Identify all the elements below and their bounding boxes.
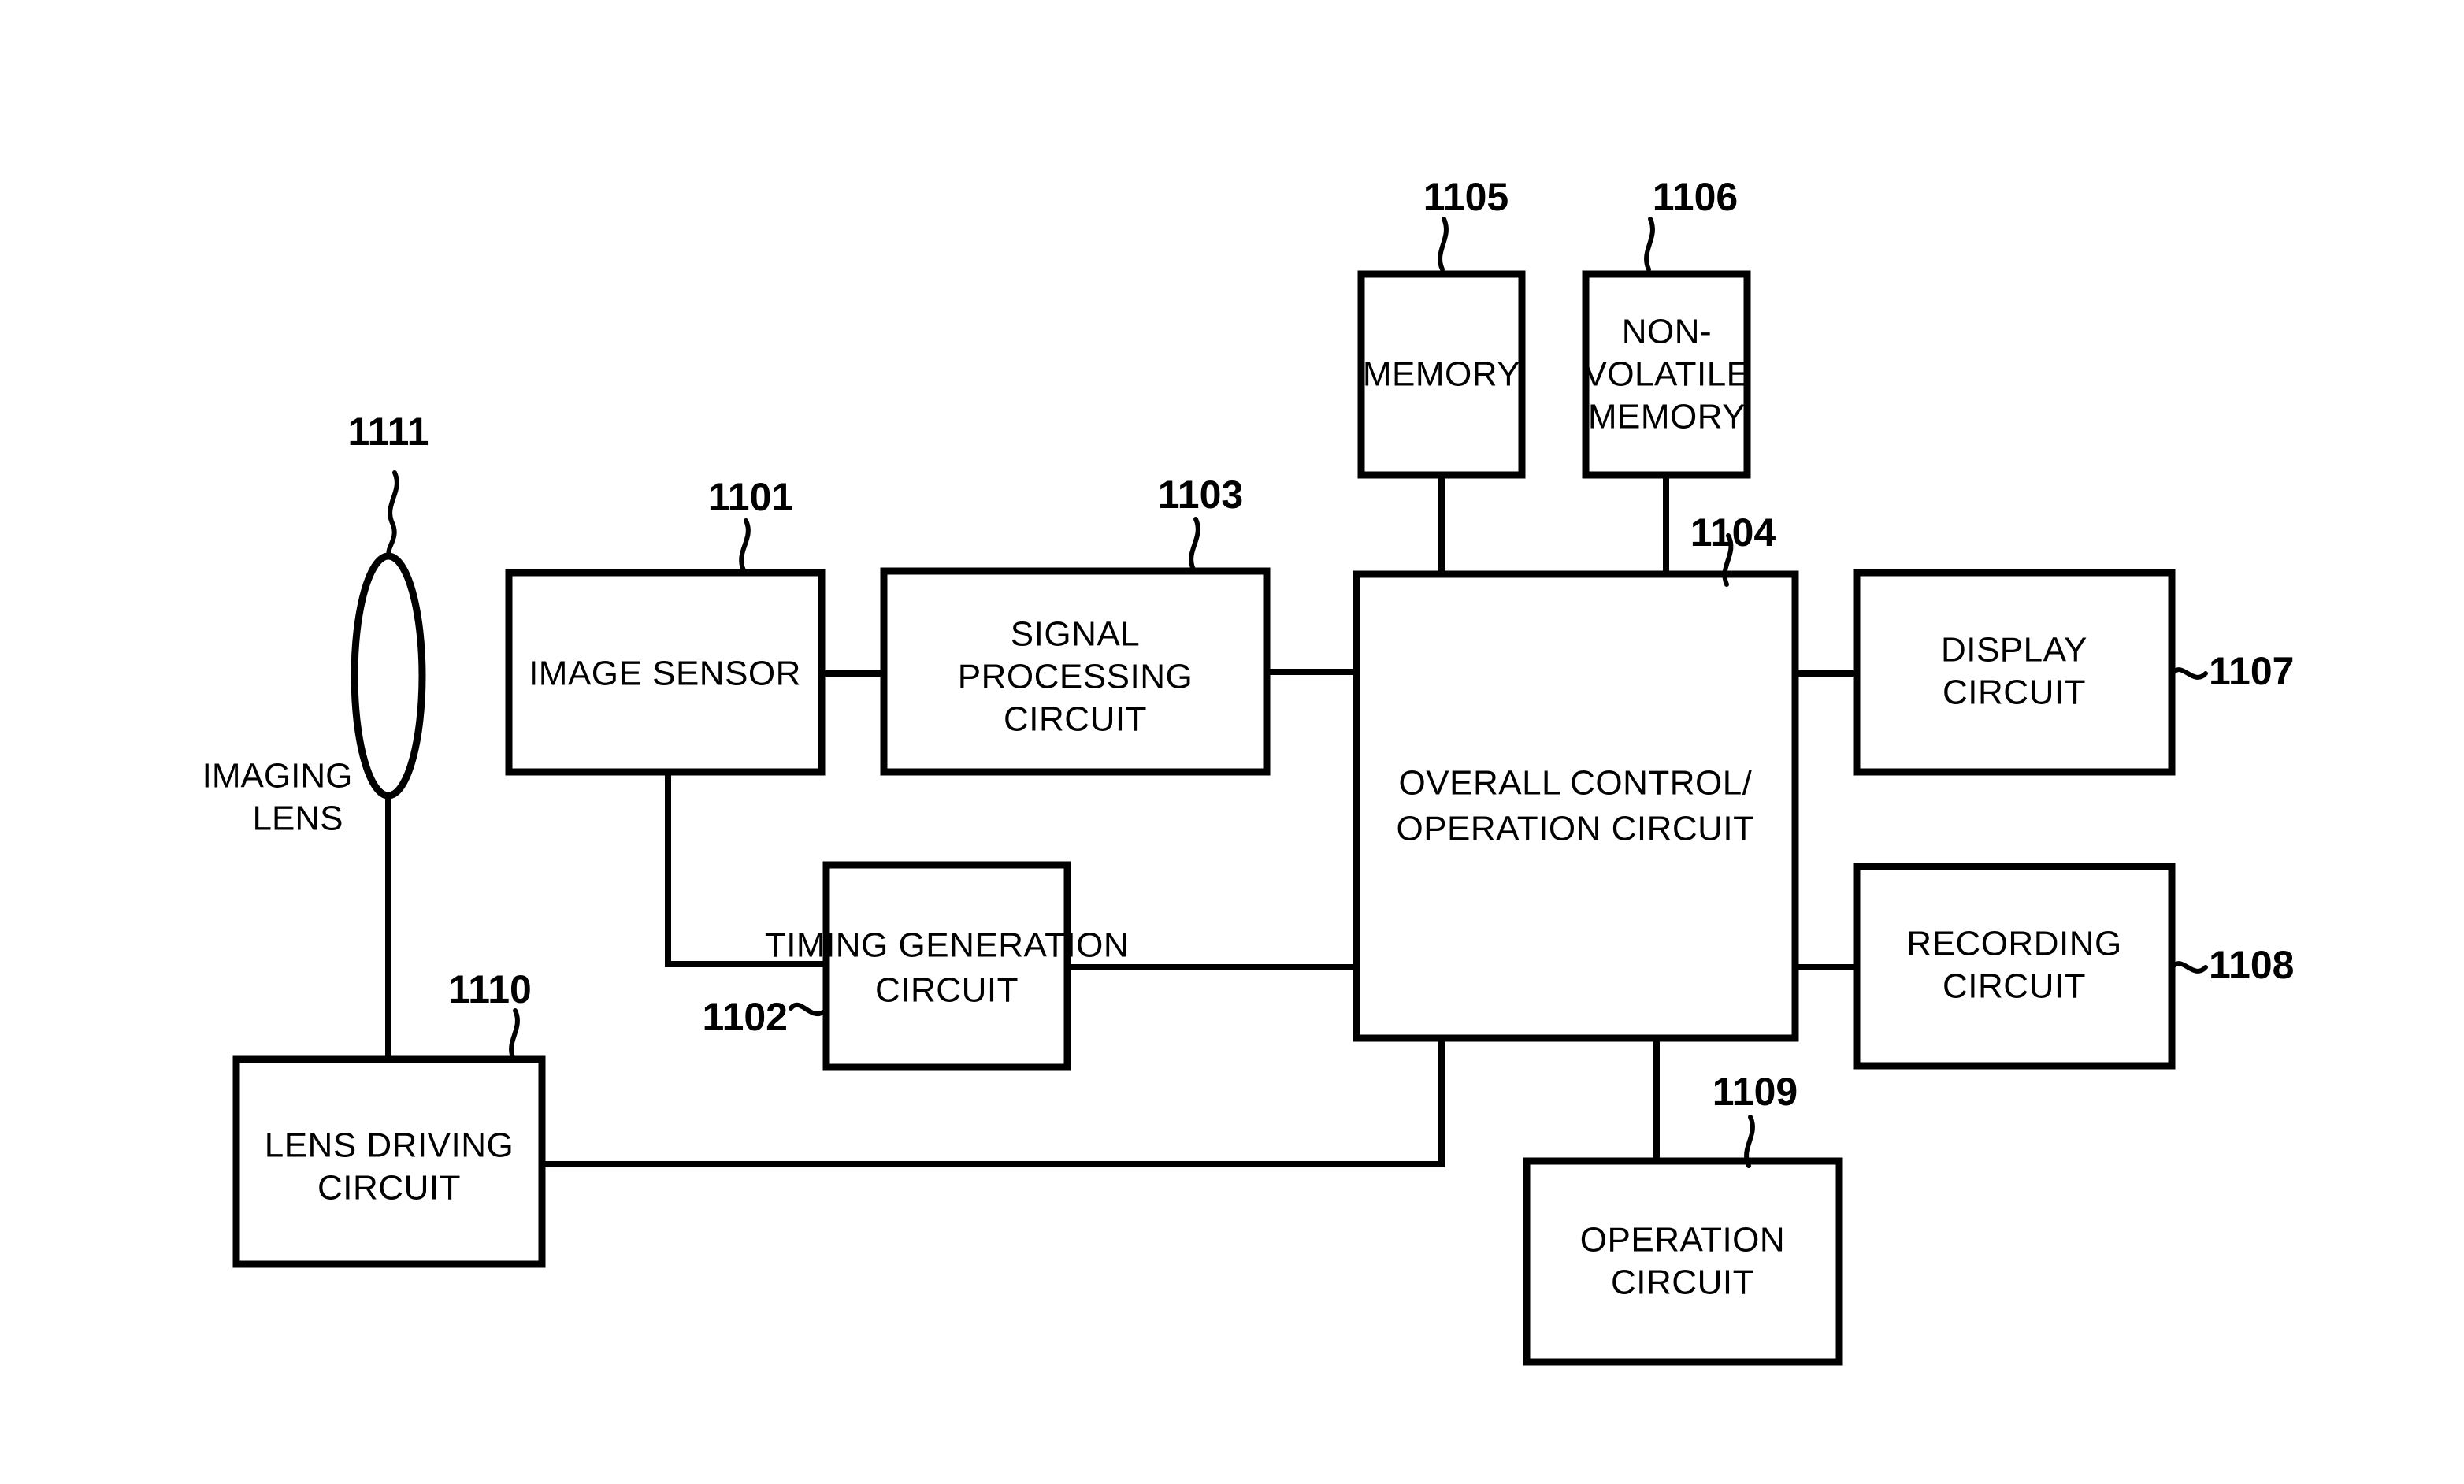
block-diagram-svg: IMAGE SENSOR SIGNAL PROCESSING CIRCUIT T… [202,175,2294,1366]
figure-canvas: IMAGE SENSOR SIGNAL PROCESSING CIRCUIT T… [0,0,2464,1484]
ref-number-1101: 1101 [708,475,793,519]
label-lens-driving-line2: CIRCUIT [317,1169,461,1208]
label-overall-control-line1: OVERALL CONTROL/ [1399,764,1753,803]
ref-number-1105: 1105 [1423,175,1508,219]
label-nonvolatile-memory-line3: MEMORY [1588,398,1746,436]
ref-number-1103: 1103 [1158,473,1243,517]
ref-number-1108: 1108 [2209,943,2294,987]
label-imaging-lens-line1: IMAGING [202,757,353,796]
ref-number-1107: 1107 [2209,649,2294,693]
label-nonvolatile-memory-line1: NON- [1622,313,1712,351]
leader-1111 [386,470,399,558]
leader-1102 [789,1002,826,1016]
leader-1106 [1644,217,1655,272]
block-operation-circuit[interactable] [1523,1157,1843,1366]
label-operation-circuit-line1: OPERATION [1580,1221,1785,1260]
label-timing-generation-line2: CIRCUIT [875,971,1019,1010]
ref-number-1102: 1102 [703,995,788,1039]
block-display-circuit[interactable] [1853,569,2176,776]
leader-1101 [739,518,751,573]
label-display-circuit-line2: CIRCUIT [1943,673,2086,712]
label-recording-circuit-line1: RECORDING [1906,925,2121,963]
label-nonvolatile-memory-line2: VOLATILE [1583,355,1750,394]
leader-1110 [509,1008,520,1062]
block-recording-circuit[interactable] [1853,863,2176,1070]
label-signal-processing-line2: PROCESSING [958,658,1193,696]
leader-1108 [2170,961,2208,974]
label-memory: MEMORY [1363,355,1520,394]
imaging-lens-symbol [351,552,426,800]
label-image-sensor: IMAGE SENSOR [529,655,801,693]
block-timing-generation-circuit[interactable] [822,861,1071,1071]
label-imaging-lens-line2: LENS [253,800,343,838]
label-recording-circuit-line2: CIRCUIT [1943,967,2086,1006]
label-overall-control-line2: OPERATION CIRCUIT [1396,810,1754,848]
label-signal-processing-line3: CIRCUIT [1004,700,1147,739]
label-signal-processing-line1: SIGNAL [1011,615,1140,654]
ref-number-1104: 1104 [1690,510,1776,555]
label-lens-driving-line1: LENS DRIVING [265,1126,514,1165]
ref-number-1106: 1106 [1653,175,1738,219]
label-timing-generation-line1: TIMING GENERATION [765,926,1129,965]
lens-ellipse-icon [351,552,426,800]
label-operation-circuit-line2: CIRCUIT [1611,1263,1754,1302]
label-display-circuit-line1: DISPLAY [1941,631,2087,670]
ref-number-1109: 1109 [1713,1070,1798,1114]
leader-1107 [2170,667,2208,680]
ref-number-1111: 1111 [348,410,429,454]
leader-1105 [1438,217,1449,272]
ref-number-1110: 1110 [448,967,532,1011]
block-overall-control-circuit[interactable] [1353,570,1799,1042]
leader-1103 [1189,517,1200,572]
